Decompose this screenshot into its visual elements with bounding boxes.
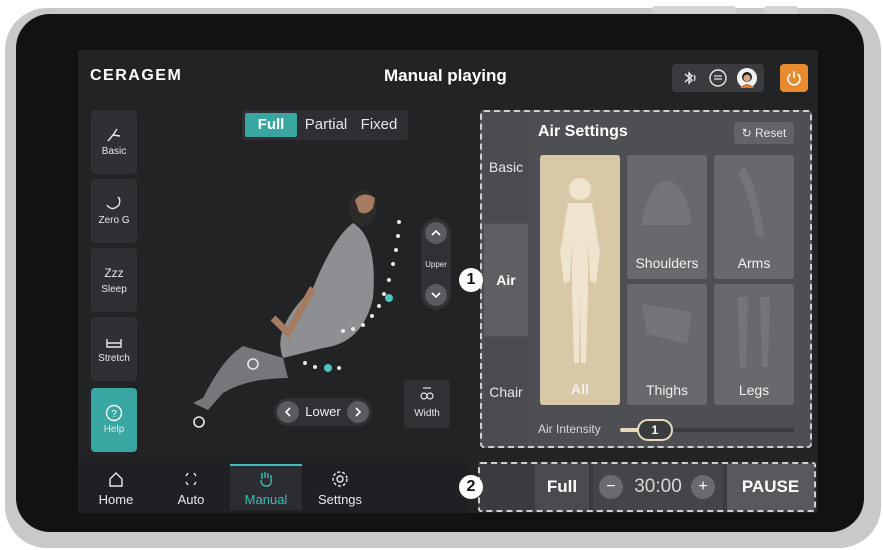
tile-label: Legs bbox=[738, 382, 770, 398]
gear-icon bbox=[332, 471, 348, 487]
tile-label: Thighs bbox=[645, 382, 689, 398]
upper-down-button[interactable] bbox=[425, 284, 447, 306]
air-intensity-label: Air Intensity bbox=[538, 422, 601, 436]
side-tab-chair[interactable]: Chair bbox=[484, 338, 528, 446]
tab-partial[interactable]: Partial bbox=[300, 113, 352, 137]
air-zone-arms[interactable]: Arms bbox=[714, 155, 794, 279]
width-button[interactable]: Width bbox=[404, 380, 450, 428]
air-settings-title: Air Settings bbox=[538, 123, 628, 140]
chevron-up-icon bbox=[431, 229, 441, 236]
minus-icon: − bbox=[606, 478, 616, 495]
status-icons bbox=[672, 64, 764, 92]
air-zone-thighs[interactable]: Thighs bbox=[627, 284, 707, 405]
auto-icon bbox=[185, 472, 197, 486]
decrease-time-button[interactable]: − bbox=[599, 475, 623, 499]
side-tab-basic[interactable]: Basic bbox=[484, 112, 528, 222]
nav-manual[interactable]: Manual bbox=[230, 464, 302, 510]
chat-icon[interactable] bbox=[708, 68, 728, 88]
nav-label: Manual bbox=[244, 492, 288, 507]
lower-left-button[interactable] bbox=[277, 401, 299, 423]
mode-label: Stretch bbox=[98, 353, 130, 364]
tab-fixed[interactable]: Fixed bbox=[354, 113, 404, 137]
reset-label: Reset bbox=[755, 126, 787, 140]
stretch-icon bbox=[106, 339, 122, 348]
lower-right-button[interactable] bbox=[347, 401, 369, 423]
callout-marker: 1 bbox=[459, 268, 483, 292]
legs-icon bbox=[738, 297, 770, 367]
brand-logo: CERAGEM bbox=[90, 67, 183, 84]
reset-button[interactable]: ↻ Reset bbox=[734, 122, 794, 144]
mode-label: Help bbox=[103, 424, 125, 435]
zero-g-icon bbox=[106, 196, 121, 210]
arms-icon bbox=[738, 166, 764, 236]
upper-control: Upper bbox=[421, 218, 451, 310]
nav-auto[interactable]: Auto bbox=[161, 464, 221, 510]
device-top-button bbox=[652, 6, 736, 14]
mode-zero-g-button[interactable]: Zero G bbox=[91, 179, 137, 243]
air-zone-legs[interactable]: Legs bbox=[714, 284, 794, 405]
chair-icon bbox=[107, 128, 121, 142]
massage-mode-tabs: Full Partial Fixed bbox=[242, 110, 408, 140]
timer-value: 30:00 bbox=[634, 476, 682, 497]
air-intensity-slider[interactable]: 1 bbox=[620, 419, 794, 441]
svg-text:?: ? bbox=[111, 409, 117, 420]
help-icon: ? bbox=[105, 404, 123, 422]
bluetooth-icon[interactable] bbox=[680, 69, 698, 87]
callout-marker: 2 bbox=[459, 475, 483, 499]
body-all-icon bbox=[560, 178, 600, 363]
width-label: Width bbox=[414, 408, 440, 419]
power-icon bbox=[787, 71, 801, 86]
shoulders-icon bbox=[642, 180, 692, 225]
sleep-icon: Zzz bbox=[104, 266, 124, 280]
mode-label: Basic bbox=[101, 146, 127, 157]
mode-basic-button[interactable]: Basic bbox=[91, 110, 137, 174]
chevron-right-icon bbox=[355, 407, 362, 417]
mode-label: Zero G bbox=[98, 215, 130, 226]
page-title: Manual playing bbox=[384, 66, 507, 85]
hand-icon bbox=[260, 472, 272, 487]
nav-home[interactable]: Home bbox=[86, 464, 146, 510]
avatar[interactable] bbox=[736, 67, 758, 89]
upper-label: Upper bbox=[425, 260, 447, 269]
person-illustration bbox=[193, 190, 401, 428]
timer-control: − 30:00 + bbox=[593, 464, 723, 510]
help-button[interactable]: ? Help bbox=[91, 388, 137, 452]
refresh-icon: ↻ bbox=[741, 126, 756, 140]
pause-button[interactable]: PAUSE bbox=[727, 464, 814, 510]
plus-icon: + bbox=[698, 478, 708, 495]
device-top-button bbox=[764, 6, 798, 14]
power-button[interactable] bbox=[780, 64, 808, 92]
air-intensity-thumb[interactable]: 1 bbox=[636, 419, 673, 441]
chevron-down-icon bbox=[431, 292, 441, 299]
session-controls: Full − 30:00 + PAUSE bbox=[478, 462, 816, 512]
nav-settings[interactable]: Settngs bbox=[310, 464, 370, 510]
upper-up-button[interactable] bbox=[425, 222, 447, 244]
air-settings-panel: Basic Air Chair Air Settings ↻ Reset All… bbox=[480, 110, 812, 448]
air-zone-all[interactable]: All bbox=[540, 155, 620, 405]
lower-control: Lower bbox=[274, 398, 372, 426]
mode-sleep-button[interactable]: Zzz Sleep bbox=[91, 248, 137, 312]
mode-stretch-button[interactable]: Stretch bbox=[91, 317, 137, 381]
nav-label: Home bbox=[98, 492, 134, 507]
tile-label: All bbox=[571, 381, 589, 397]
side-tab-air[interactable]: Air bbox=[484, 224, 528, 336]
nav-label: Auto bbox=[177, 492, 205, 507]
tile-label: Arms bbox=[737, 255, 771, 271]
session-mode-button[interactable]: Full bbox=[535, 464, 589, 510]
chevron-left-icon bbox=[284, 407, 291, 417]
lower-label: Lower bbox=[305, 404, 341, 419]
tile-label: Shoulders bbox=[635, 255, 699, 271]
width-icon bbox=[420, 387, 434, 400]
tab-full[interactable]: Full bbox=[245, 113, 297, 137]
home-icon bbox=[109, 472, 123, 487]
screen: CERAGEM Manual playing Basic Zero G Zzz … bbox=[78, 50, 818, 513]
nav-label: Settngs bbox=[317, 492, 363, 507]
air-zone-shoulders[interactable]: Shoulders bbox=[627, 155, 707, 279]
thighs-icon bbox=[642, 304, 692, 344]
increase-time-button[interactable]: + bbox=[691, 475, 715, 499]
mode-label: Sleep bbox=[101, 284, 127, 295]
